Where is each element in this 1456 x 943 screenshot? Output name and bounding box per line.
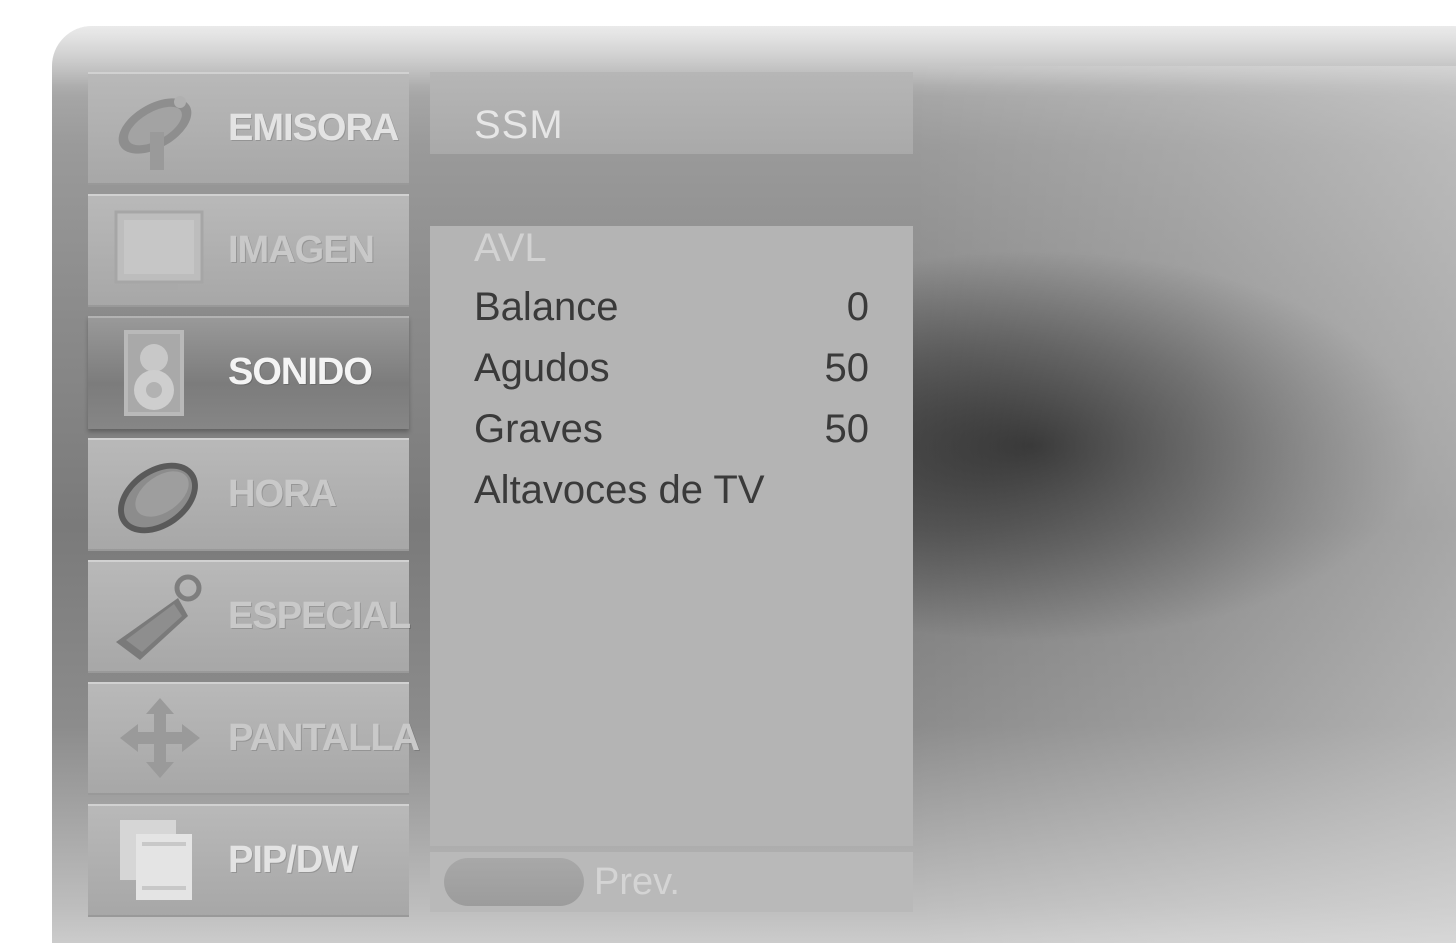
menu-item-label: IMAGEN <box>228 229 375 271</box>
row-label: Altavoces de TV <box>474 468 765 512</box>
menu-item-imagen[interactable]: IMAGEN <box>88 194 409 307</box>
menu-item-label: PIP/DW <box>228 839 358 881</box>
submenu-body: AVL Balance 0 Agudos 50 Graves 50 Altavo… <box>430 226 913 846</box>
menu-item-sonido[interactable]: SONIDO <box>88 316 409 429</box>
menu-item-pantalla[interactable]: PANTALLA <box>88 682 420 795</box>
submenu-header[interactable]: SSM <box>430 72 913 154</box>
row-value: 50 <box>824 346 870 390</box>
row-label: Balance <box>474 285 619 329</box>
menu-item-emisora[interactable]: EMISORA <box>88 72 409 185</box>
arrows-move-icon <box>120 698 200 778</box>
prev-button[interactable] <box>444 858 584 906</box>
row-value: 0 <box>846 285 869 329</box>
avl-row: AVL <box>474 218 869 278</box>
balance-row[interactable]: Balance 0 <box>474 277 869 337</box>
menu-item-label: HORA <box>228 473 337 515</box>
row-value: 50 <box>824 407 870 451</box>
prev-label: Prev. <box>594 861 680 903</box>
graves-row[interactable]: Graves 50 <box>474 399 869 459</box>
ssm-label: SSM <box>474 103 564 147</box>
menu-item-especial[interactable]: ESPECIAL <box>88 560 411 673</box>
satellite-dish-icon <box>118 96 192 170</box>
picture-monitor-icon <box>114 210 204 290</box>
tv-osd-screen: EMISORA IMAGEN SONIDO HORA ESPECIAL PANT… <box>0 0 1456 943</box>
submenu-footer: Prev. <box>430 852 913 912</box>
row-label: Agudos <box>474 346 610 390</box>
pip-windows-icon <box>120 820 192 900</box>
menu-item-label: SONIDO <box>228 351 373 393</box>
row-label: AVL <box>474 226 547 270</box>
altavoces-row[interactable]: Altavoces de TV <box>474 460 869 520</box>
key-tag-icon <box>116 574 202 660</box>
menu-item-hora[interactable]: HORA <box>88 438 409 551</box>
menu-item-label: EMISORA <box>228 107 399 149</box>
menu-item-label: PANTALLA <box>228 717 420 759</box>
main-menu: EMISORA IMAGEN SONIDO HORA ESPECIAL PANT… <box>88 72 420 926</box>
agudos-row[interactable]: Agudos 50 <box>474 338 869 398</box>
row-label: Graves <box>474 407 603 451</box>
clock-icon <box>118 462 198 534</box>
speaker-icon <box>124 330 184 416</box>
menu-item-label: ESPECIAL <box>228 595 411 637</box>
menu-item-pip-dw[interactable]: PIP/DW <box>88 804 409 917</box>
